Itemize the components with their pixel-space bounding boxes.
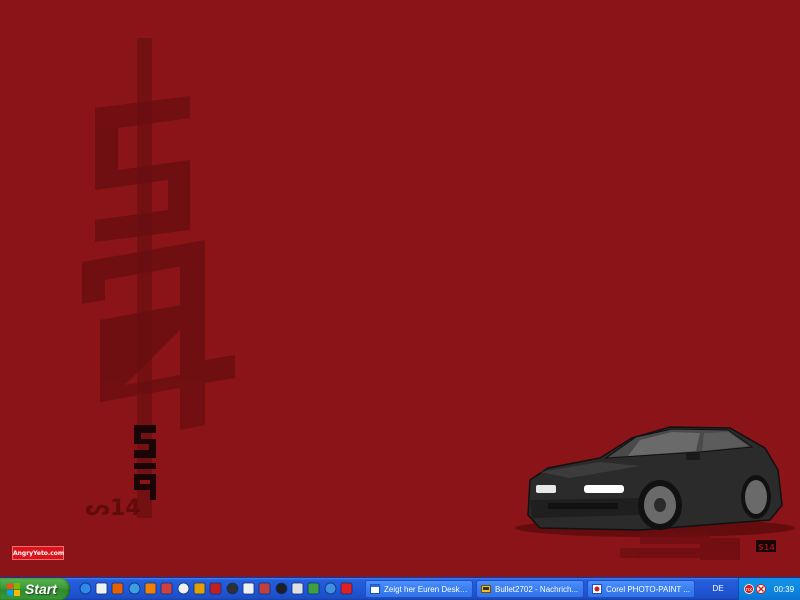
task-button-corel[interactable]: Corel PHOTO-PAINT ... bbox=[587, 580, 695, 598]
graphic-s14-mirror: ᔕ14 bbox=[85, 496, 141, 521]
photo-icon[interactable] bbox=[160, 581, 174, 595]
desktop[interactable]: ᔕ14 S14 AngryYeto.com bbox=[0, 0, 800, 577]
network-icon[interactable]: nx bbox=[744, 584, 754, 594]
task-button-messenger[interactable]: Bullet2702 - Nachrich... bbox=[476, 580, 584, 598]
corner-tag: S14 bbox=[758, 543, 775, 552]
task-label: Corel PHOTO-PAINT ... bbox=[606, 584, 691, 594]
taskbar[interactable]: Start Zeigt her Euren Deskt... Bullet270… bbox=[0, 577, 800, 600]
task-label: Bullet2702 - Nachrich... bbox=[495, 584, 579, 594]
antivirus-icon[interactable] bbox=[756, 584, 766, 594]
opera-icon[interactable] bbox=[340, 581, 354, 595]
start-button[interactable]: Start bbox=[0, 578, 70, 600]
filezilla-icon[interactable] bbox=[209, 581, 223, 595]
winamp-icon[interactable] bbox=[192, 581, 206, 595]
steam-icon[interactable] bbox=[274, 581, 288, 595]
site-badge: AngryYeto.com bbox=[12, 546, 64, 560]
svg-text:ᔕ14: ᔕ14 bbox=[85, 496, 141, 521]
svg-text:nx: nx bbox=[746, 587, 752, 593]
vlc-icon[interactable] bbox=[143, 581, 157, 595]
language-indicator[interactable]: DE bbox=[704, 582, 732, 596]
clock[interactable]: 00:39 bbox=[774, 585, 794, 594]
windows-logo-icon bbox=[7, 582, 20, 596]
messenger-icon bbox=[481, 584, 491, 594]
media-icon[interactable] bbox=[127, 581, 141, 595]
quick-launch-bar bbox=[78, 581, 356, 597]
car-graphic bbox=[515, 426, 795, 537]
wallpaper-art: ᔕ14 S14 bbox=[82, 38, 795, 560]
task-button-browser[interactable]: Zeigt her Euren Deskt... bbox=[365, 580, 473, 598]
internet-explorer-icon[interactable] bbox=[78, 581, 92, 595]
system-tray: nx 00:39 bbox=[738, 578, 800, 600]
task-label: Zeigt her Euren Deskt... bbox=[384, 584, 469, 594]
notes-icon[interactable] bbox=[94, 581, 108, 595]
firefox-icon[interactable] bbox=[111, 581, 125, 595]
start-label: Start bbox=[25, 581, 57, 597]
browser-window-icon bbox=[370, 584, 380, 594]
terminal-icon[interactable] bbox=[225, 581, 239, 595]
calculator-icon[interactable] bbox=[258, 581, 272, 595]
mail-icon[interactable] bbox=[176, 581, 190, 595]
corel-icon bbox=[592, 584, 602, 594]
graphic-s14-large bbox=[82, 96, 235, 430]
refresh-icon[interactable] bbox=[323, 581, 337, 595]
globe-icon[interactable] bbox=[307, 581, 321, 595]
skull-icon[interactable] bbox=[241, 581, 255, 595]
settings-icon[interactable] bbox=[290, 581, 304, 595]
